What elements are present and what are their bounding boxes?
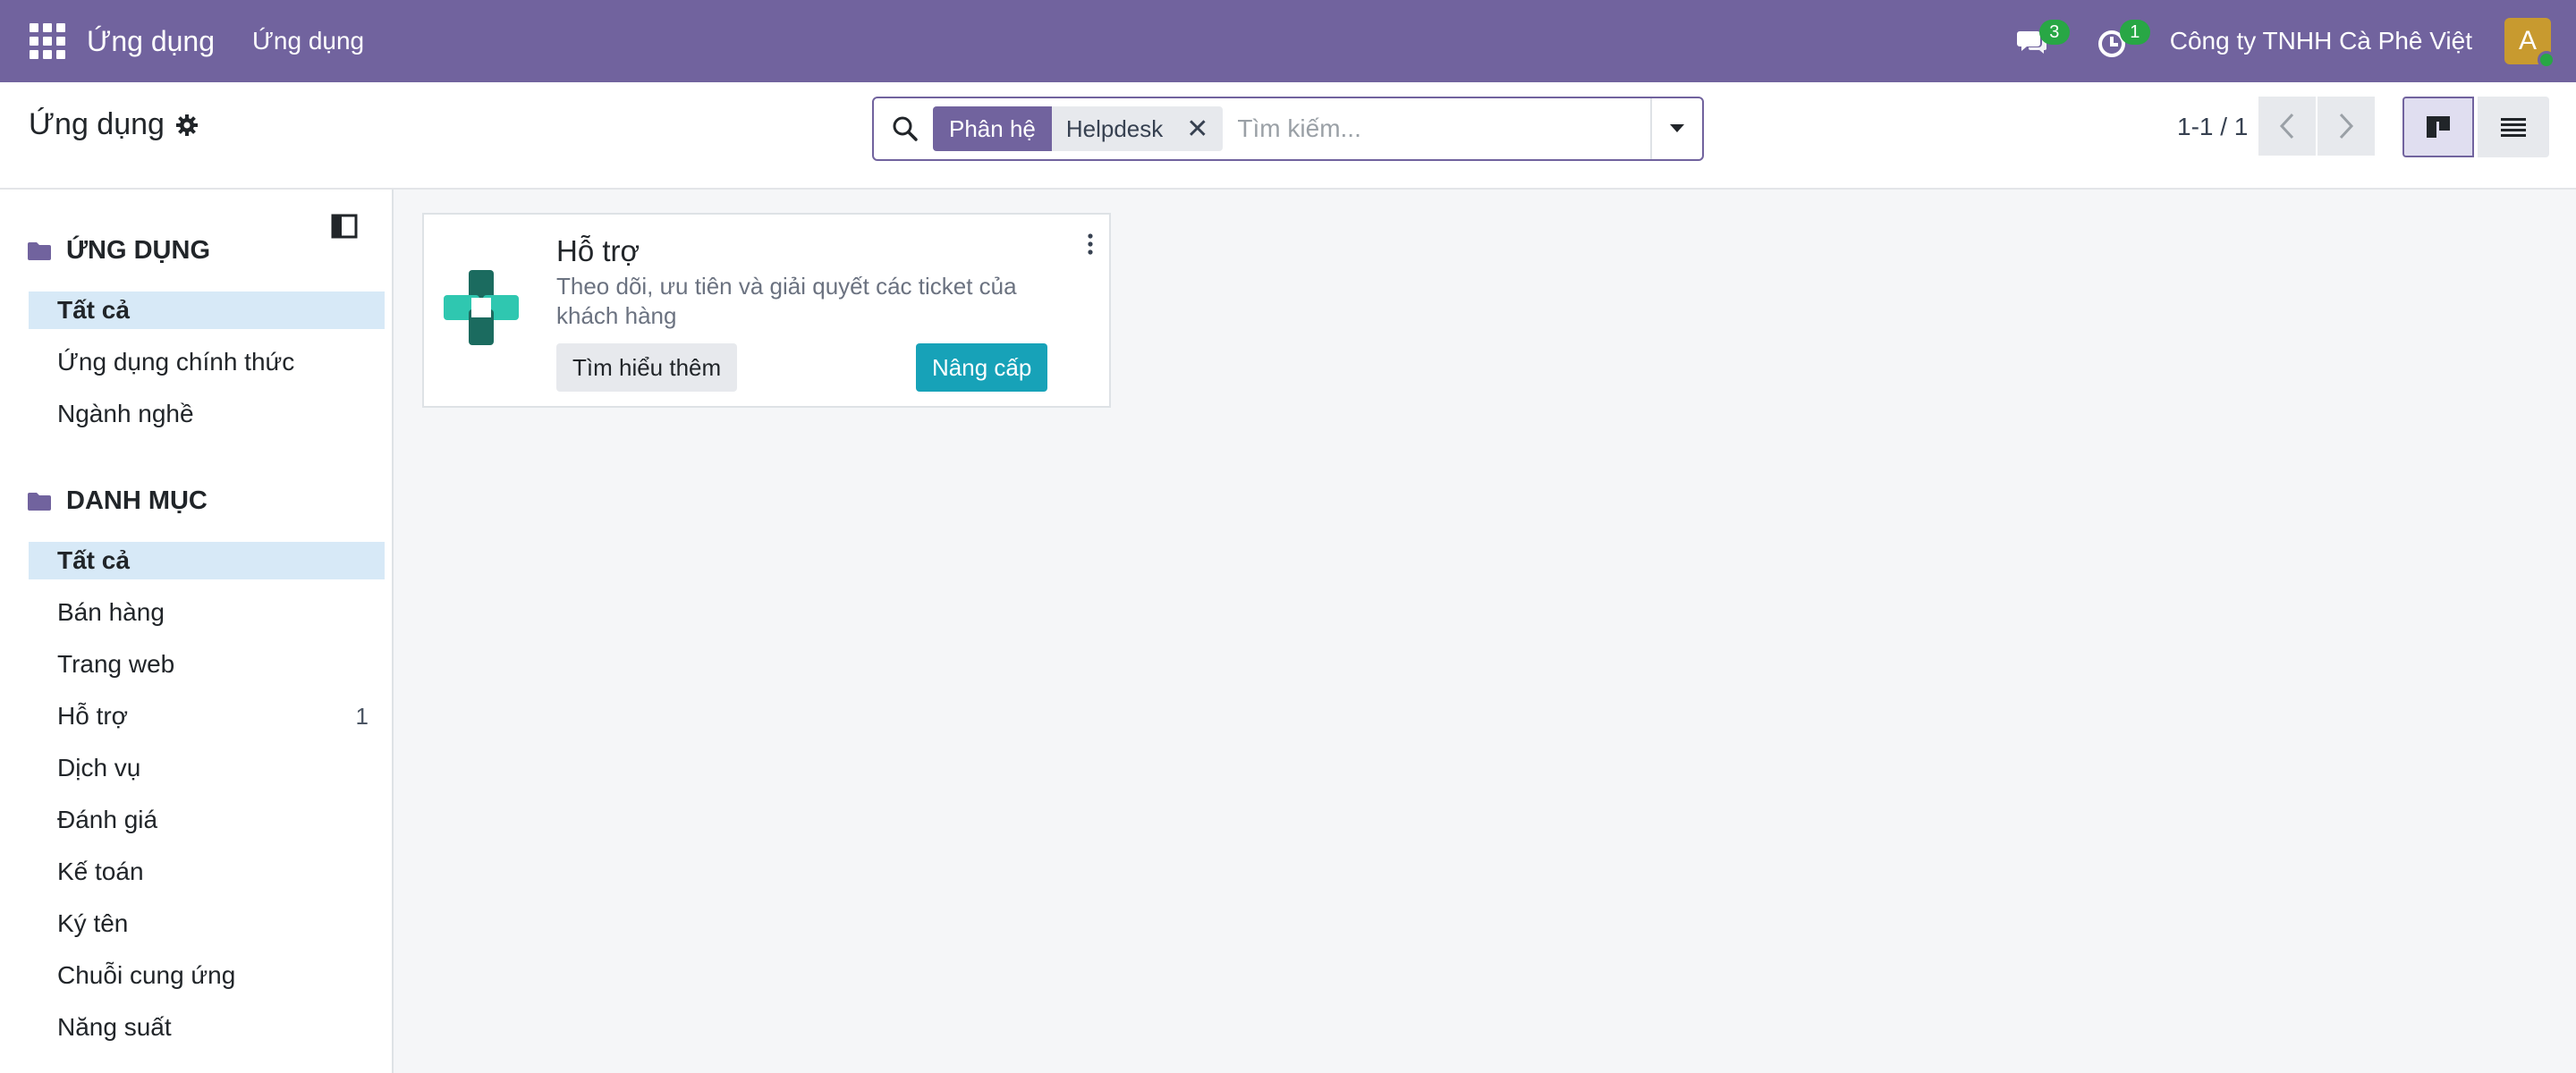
sidebar-item-label: Tất cả [57, 546, 130, 574]
sidebar-item-label: Dịch vụ [57, 754, 141, 782]
sidebar-item-label: Ngành nghề [57, 400, 194, 427]
control-panel: Ứng dụng Phân hệ Helpdesk ✕ Tìm kiếm... … [0, 82, 2576, 190]
gear-icon[interactable] [175, 114, 199, 137]
sidebar-item-label: Hỗ trợ [57, 702, 129, 730]
sidebar-item-reviews[interactable]: Đánh giá [29, 801, 385, 839]
sidebar-item-category-all[interactable]: Tất cả [29, 542, 385, 579]
app-menu-grid-icon[interactable] [30, 23, 65, 59]
avatar-initial: A [2518, 26, 2537, 55]
helpdesk-icon [444, 270, 519, 345]
sidebar-item-support[interactable]: Hỗ trợ 1 [29, 697, 385, 735]
sidebar-item-supply-chain[interactable]: Chuỗi cung ứng [29, 957, 385, 994]
sidebar-item-sales[interactable]: Bán hàng [29, 594, 385, 631]
card-dropdown-button[interactable] [1086, 232, 1095, 260]
view-switcher [2402, 97, 2549, 157]
sidebar-item-apps-all[interactable]: Tất cả [29, 291, 385, 329]
chevron-left-icon [2279, 113, 2294, 139]
pager-value[interactable]: 1-1 / 1 [2177, 113, 2248, 141]
sidebar-toggle-button[interactable] [331, 213, 358, 244]
vertical-dots-icon [1088, 233, 1093, 255]
app-card-helpdesk[interactable]: Hỗ trợ Theo dõi, ưu tiên và giải quyết c… [422, 213, 1111, 408]
kanban-view: Hỗ trợ Theo dõi, ưu tiên và giải quyết c… [394, 190, 2576, 1073]
list-icon [2501, 118, 2526, 137]
activities-count-badge: 1 [2119, 20, 2150, 45]
upgrade-button[interactable]: Nâng cấp [916, 343, 1048, 392]
sidebar-item-productivity[interactable]: Năng suất [29, 1009, 385, 1046]
systray: 3 1 Công ty TNHH Cà Phê Việt A [2016, 0, 2576, 82]
folder-icon [28, 492, 51, 511]
kanban-view-button[interactable] [2402, 97, 2474, 157]
messages-button[interactable]: 3 [2016, 20, 2070, 59]
list-view-button[interactable] [2478, 97, 2549, 157]
search-facet: Phân hệ Helpdesk ✕ [933, 106, 1224, 151]
card-title: Hỗ trợ [556, 234, 640, 267]
activities-button[interactable]: 1 [2097, 20, 2150, 59]
sidebar-item-label: Tất cả [57, 296, 130, 324]
pager-next-button[interactable] [2318, 97, 2375, 156]
apps-section-header: ỨNG DỤNG [27, 236, 210, 266]
page-title: Ứng dụng [29, 107, 165, 141]
pager-previous-button[interactable] [2258, 97, 2316, 156]
navbar-menu-apps[interactable]: Ứng dụng [252, 27, 364, 55]
sidebar-item-label: Bán hàng [57, 598, 165, 626]
sidebar-item-website[interactable]: Trang web [29, 646, 385, 683]
sidebar-item-count: 1 [355, 702, 369, 730]
sidebar-item-label: Chuỗi cung ứng [57, 961, 236, 989]
category-section-title: DANH MỤC [66, 486, 208, 515]
sidebar-item-label: Trang web [57, 650, 175, 678]
navbar-brand[interactable]: Ứng dụng [87, 25, 215, 58]
company-switcher[interactable]: Công ty TNHH Cà Phê Việt [2170, 27, 2472, 55]
search-options-toggle[interactable] [1650, 98, 1702, 159]
sidebar-item-label: Ứng dụng chính thức [57, 348, 295, 376]
search-icon [893, 116, 918, 141]
sidebar-item-services[interactable]: Dịch vụ [29, 749, 385, 787]
facet-label: Phân hệ [933, 106, 1052, 151]
panel-toggle-icon [331, 214, 358, 239]
facet-value: Helpdesk [1051, 106, 1178, 151]
learn-more-button[interactable]: Tìm hiểu thêm [556, 343, 738, 392]
kanban-icon [2427, 116, 2450, 138]
search-bar: Phân hệ Helpdesk ✕ [872, 97, 1704, 161]
facet-remove-icon[interactable]: ✕ [1177, 106, 1224, 151]
breadcrumb: Ứng dụng [29, 107, 199, 142]
sidebar-item-industries[interactable]: Ngành nghề [29, 395, 385, 433]
sidebar-item-sign[interactable]: Ký tên [29, 905, 385, 942]
card-description: Theo dõi, ưu tiên và giải quyết các tick… [556, 273, 1017, 329]
sidebar-item-label: Năng suất [57, 1013, 172, 1041]
sidebar-item-accounting[interactable]: Kế toán [29, 853, 385, 891]
search-input[interactable] [1223, 102, 1650, 156]
caret-down-icon [1670, 124, 1684, 132]
messages-count-badge: 3 [2038, 20, 2070, 45]
filter-sidebar: ỨNG DỤNG Tất cả Ứng dụng chính thức Ngàn… [0, 190, 394, 1073]
sidebar-item-official-apps[interactable]: Ứng dụng chính thức [29, 343, 385, 381]
sidebar-item-label: Ký tên [57, 909, 129, 937]
online-status-dot [2538, 51, 2555, 69]
sidebar-item-label: Kế toán [57, 858, 144, 885]
category-section-header: DANH MỤC [27, 486, 208, 516]
user-avatar[interactable]: A [2504, 18, 2555, 69]
top-navbar: Ứng dụng Ứng dụng 3 1 Công ty TNHH Cà Ph… [0, 0, 2576, 82]
sidebar-item-label: Đánh giá [57, 806, 158, 833]
pager-buttons [2258, 97, 2375, 156]
chevron-right-icon [2339, 113, 2354, 139]
folder-icon [28, 241, 51, 260]
apps-section-title: ỨNG DỤNG [66, 236, 211, 265]
